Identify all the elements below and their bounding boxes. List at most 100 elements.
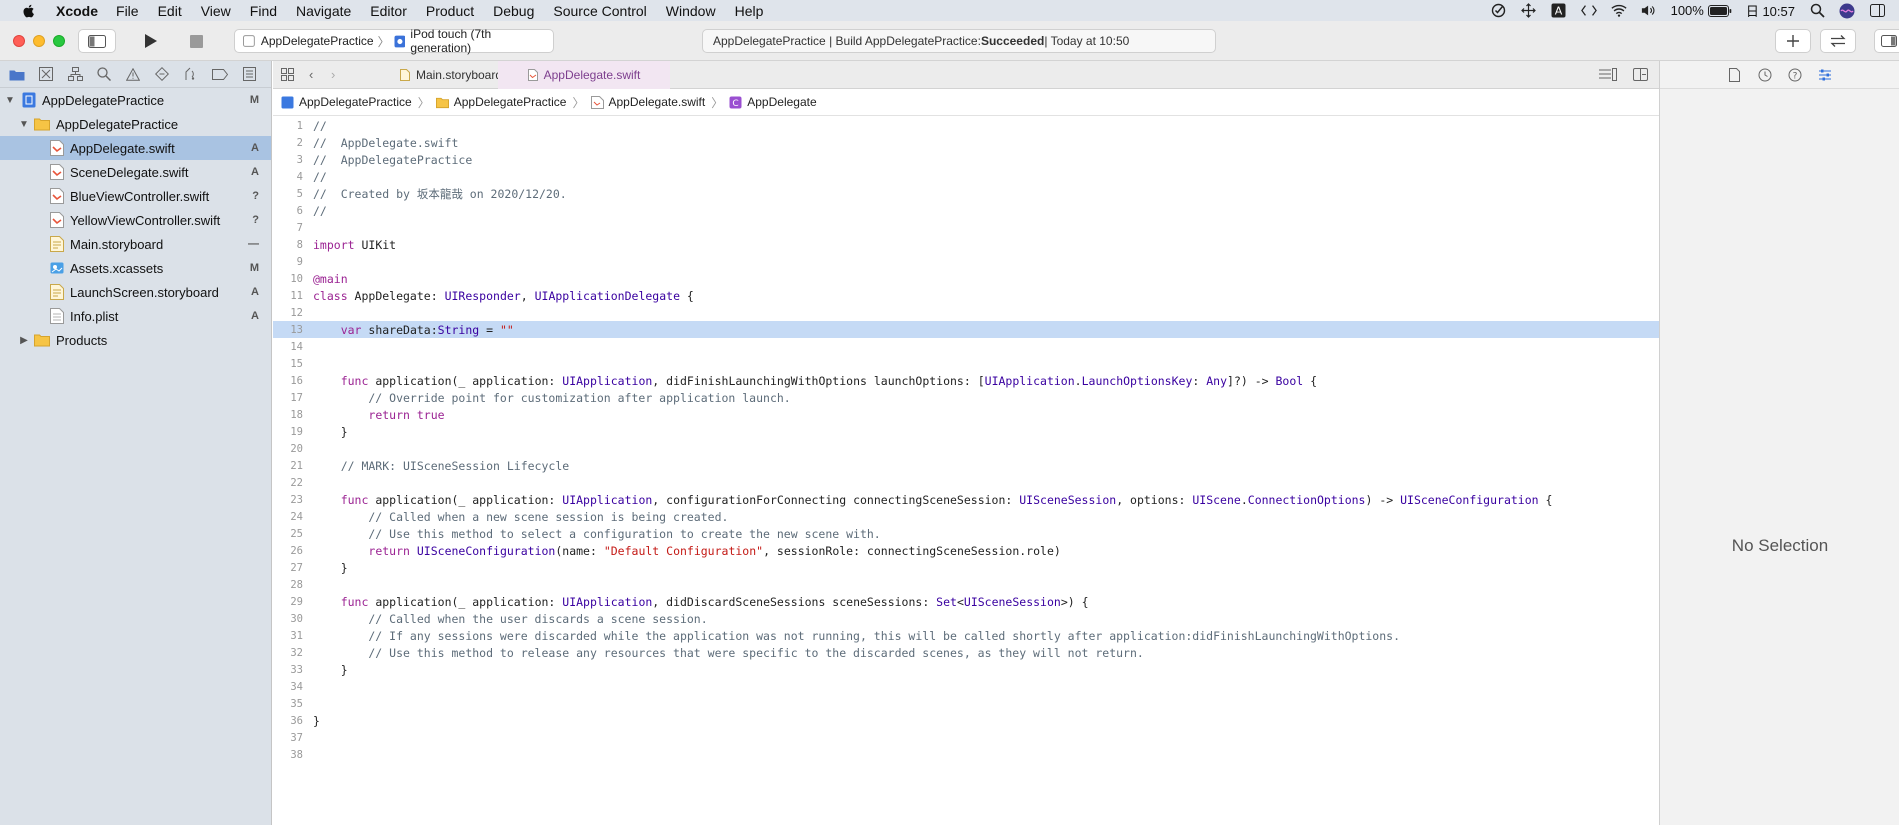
code-line[interactable]: 27 }	[273, 559, 1659, 576]
debug-spray-icon[interactable]	[183, 66, 198, 82]
tree-row-file[interactable]: Assets.xcassets M	[0, 256, 271, 280]
siri-icon[interactable]	[1839, 3, 1855, 19]
menu-view[interactable]: View	[201, 3, 231, 19]
code-line[interactable]: 8 import UIKit	[273, 236, 1659, 253]
menu-editor[interactable]: Editor	[370, 3, 407, 19]
menu-bar-clock[interactable]: 日 10:57	[1746, 1, 1795, 20]
jumpbar-item-group[interactable]: AppDelegatePractice	[454, 95, 567, 109]
menu-file[interactable]: File	[116, 3, 139, 19]
code-brackets-icon[interactable]	[1580, 3, 1597, 19]
zoom-window-button[interactable]	[53, 35, 65, 47]
volume-icon[interactable]	[1641, 3, 1657, 19]
jumpbar-item-project[interactable]: AppDelegatePractice	[299, 95, 412, 109]
code-line[interactable]: 30 // Called when the user discards a sc…	[273, 610, 1659, 627]
forward-chevron-icon[interactable]: ›	[331, 67, 335, 82]
code-line[interactable]: 10 @main	[273, 270, 1659, 287]
attributes-sliders-icon[interactable]	[1817, 67, 1833, 83]
code-line[interactable]: 17 // Override point for customization a…	[273, 389, 1659, 406]
tree-row-group[interactable]: ▼ AppDelegatePractice	[0, 112, 271, 136]
code-line[interactable]: 18 return true	[273, 406, 1659, 423]
source-control-icon[interactable]	[39, 66, 54, 82]
disclosure-open-icon[interactable]: ▼	[18, 119, 30, 130]
code-line[interactable]: 9	[273, 253, 1659, 270]
code-line[interactable]: 1 //	[273, 117, 1659, 134]
apple-logo-icon[interactable]	[20, 4, 38, 18]
code-review-button[interactable]	[1820, 29, 1856, 53]
menu-find[interactable]: Find	[250, 3, 277, 19]
code-line[interactable]: 12	[273, 304, 1659, 321]
code-line[interactable]: 22	[273, 474, 1659, 491]
tree-row-file[interactable]: BlueViewController.swift ?	[0, 184, 271, 208]
history-clock-icon[interactable]	[1757, 67, 1773, 83]
menu-debug[interactable]: Debug	[493, 3, 534, 19]
quick-help-icon[interactable]: ?	[1787, 67, 1803, 83]
find-icon[interactable]	[97, 66, 112, 82]
code-line[interactable]: 21 // MARK: UISceneSession Lifecycle	[273, 457, 1659, 474]
tab-grid-icon[interactable]	[281, 68, 294, 84]
back-chevron-icon[interactable]: ‹	[309, 67, 313, 82]
tree-row-products[interactable]: ▶ Products	[0, 328, 271, 352]
tree-row-file[interactable]: SceneDelegate.swift A	[0, 160, 271, 184]
code-line[interactable]: 24 // Called when a new scene session is…	[273, 508, 1659, 525]
code-line[interactable]: 37	[273, 729, 1659, 746]
code-line[interactable]: 4 //	[273, 168, 1659, 185]
code-line[interactable]: 5 // Created by 坂本龍哉 on 2020/12/20.	[273, 185, 1659, 202]
tree-row-file[interactable]: Main.storyboard —	[0, 232, 271, 256]
library-button[interactable]	[1775, 29, 1811, 53]
code-line[interactable]: 31 // If any sessions were discarded whi…	[273, 627, 1659, 644]
code-line[interactable]: 32 // Use this method to release any res…	[273, 644, 1659, 661]
toggle-inspector-button[interactable]	[1874, 29, 1899, 53]
tree-row-file[interactable]: LaunchScreen.storyboard A	[0, 280, 271, 304]
code-line[interactable]: 15	[273, 355, 1659, 372]
code-line[interactable]: 36}	[273, 712, 1659, 729]
menu-window[interactable]: Window	[666, 3, 716, 19]
code-line[interactable]: 20	[273, 440, 1659, 457]
code-line[interactable]: 38	[273, 746, 1659, 763]
issue-warning-icon[interactable]	[125, 66, 141, 82]
menu-app-xcode[interactable]: Xcode	[56, 3, 98, 19]
file-inspector-icon[interactable]	[1727, 67, 1743, 83]
tree-row-project[interactable]: ▼ AppDelegatePractice M	[0, 88, 271, 112]
code-line[interactable]: 28	[273, 576, 1659, 593]
code-line[interactable]: 19 }	[273, 423, 1659, 440]
disclosure-open-icon[interactable]: ▼	[4, 95, 16, 106]
run-button[interactable]	[133, 29, 169, 53]
code-line[interactable]: 11 class AppDelegate: UIResponder, UIAppl…	[273, 287, 1659, 304]
menu-help[interactable]: Help	[735, 3, 764, 19]
menu-source-control[interactable]: Source Control	[553, 3, 646, 19]
scheme-selector[interactable]: AppDelegatePractice 〉 iPod touch (7th ge…	[234, 27, 554, 55]
minimize-window-button[interactable]	[33, 35, 45, 47]
close-window-button[interactable]	[13, 35, 25, 47]
code-line[interactable]: 34	[273, 678, 1659, 695]
breakpoint-icon[interactable]	[212, 66, 229, 82]
folder-icon[interactable]	[9, 66, 25, 82]
checkmark-circle-icon[interactable]	[1491, 3, 1507, 19]
menu-product[interactable]: Product	[426, 3, 474, 19]
wifi-icon[interactable]	[1611, 3, 1627, 19]
stop-button[interactable]	[178, 29, 214, 53]
disclosure-closed-icon[interactable]: ▶	[18, 335, 30, 346]
code-line[interactable]: 14	[273, 338, 1659, 355]
tree-row-file[interactable]: YellowViewController.swift ?	[0, 208, 271, 232]
code-line[interactable]: 35	[273, 695, 1659, 712]
report-list-icon[interactable]	[242, 66, 257, 82]
code-line[interactable]: 26 return UISceneConfiguration(name: "De…	[273, 542, 1659, 559]
code-line[interactable]: 29 func application(_ application: UIApp…	[273, 593, 1659, 610]
tree-row-file[interactable]: AppDelegate.swift A	[0, 136, 271, 160]
notification-center-icon[interactable]	[1869, 3, 1885, 19]
jumpbar-item-symbol[interactable]: AppDelegate	[747, 95, 816, 109]
code-line[interactable]: 6 //	[273, 202, 1659, 219]
menu-navigate[interactable]: Navigate	[296, 3, 351, 19]
symbol-hierarchy-icon[interactable]	[67, 66, 83, 82]
code-line[interactable]: 23 func application(_ application: UIApp…	[273, 491, 1659, 508]
move-arrows-icon[interactable]	[1521, 3, 1537, 19]
split-editor-icon[interactable]	[1633, 68, 1648, 84]
code-line[interactable]: 3 // AppDelegatePractice	[273, 151, 1659, 168]
menu-edit[interactable]: Edit	[158, 3, 182, 19]
code-area[interactable]: 1 // 2 // AppDelegate.swift 3 // AppDelegateP…	[273, 117, 1659, 763]
tree-row-file[interactable]: Info.plist A	[0, 304, 271, 328]
code-line[interactable]: 33 }	[273, 661, 1659, 678]
input-source-icon[interactable]: A	[1551, 3, 1567, 19]
code-line[interactable]: 16 func application(_ application: UIApp…	[273, 372, 1659, 389]
editor-options-icon[interactable]	[1599, 68, 1617, 84]
